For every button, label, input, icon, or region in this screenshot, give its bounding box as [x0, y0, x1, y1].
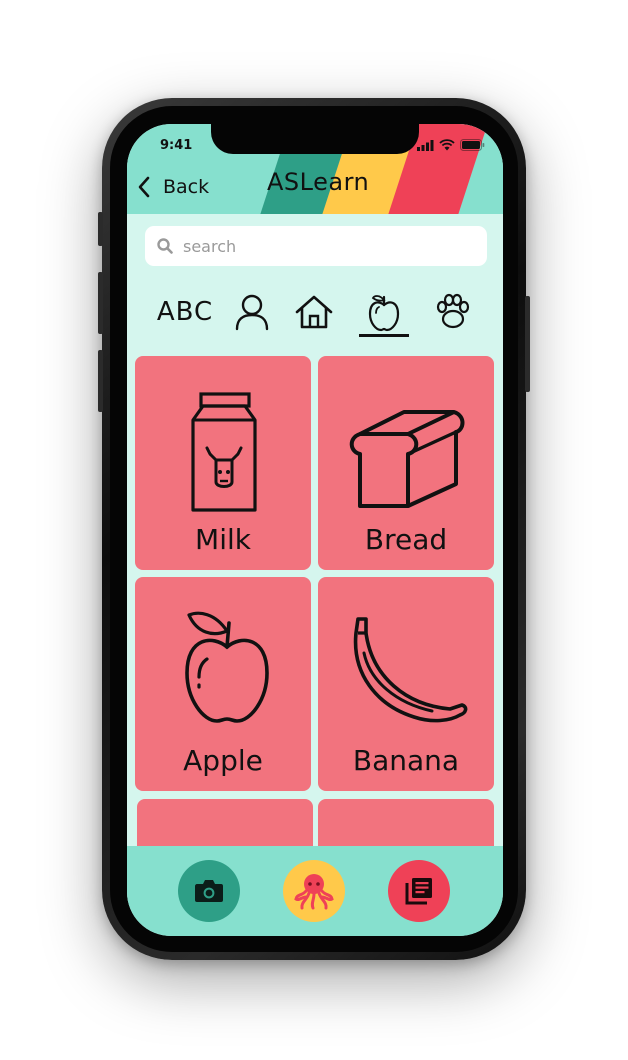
tab-people[interactable]	[231, 284, 273, 340]
search-input[interactable]	[181, 235, 465, 257]
category-tabs: ABC	[127, 284, 503, 344]
octopus-button[interactable]	[283, 860, 345, 922]
search-bar[interactable]	[145, 226, 487, 266]
power-button	[525, 296, 530, 392]
home-icon	[295, 295, 333, 329]
selected-tab-indicator	[359, 334, 409, 337]
library-icon	[405, 878, 432, 905]
card-milk[interactable]: Milk	[135, 356, 311, 570]
apple-icon	[185, 611, 269, 723]
tab-abc[interactable]: ABC	[157, 284, 213, 340]
paw-icon	[436, 293, 470, 329]
wifi-icon	[439, 139, 455, 151]
card-label-banana: Banana	[352, 744, 460, 777]
card-label-bread: Bread	[364, 523, 448, 556]
banana-icon	[353, 617, 468, 723]
app-screen: 9:41 Back ASLearn search ABC Milk Bread …	[127, 124, 503, 936]
library-button[interactable]	[388, 860, 450, 922]
tab-abc-label: ABC	[156, 297, 214, 327]
battery-icon	[460, 139, 485, 151]
tab-home[interactable]	[293, 284, 335, 340]
status-icons	[417, 139, 485, 151]
card-bread[interactable]: Bread	[318, 356, 494, 570]
status-time: 9:41	[160, 138, 193, 153]
card-label-apple: Apple	[183, 744, 263, 777]
mute-switch	[98, 212, 103, 246]
milk-carton-icon	[191, 392, 257, 512]
tab-animals[interactable]	[431, 284, 475, 340]
bottom-nav	[127, 846, 503, 936]
device-notch	[211, 124, 419, 154]
camera-icon	[195, 880, 223, 902]
octopus-icon	[294, 874, 334, 910]
search-icon	[157, 238, 173, 254]
back-label: Back	[163, 176, 210, 198]
bread-icon	[349, 410, 465, 508]
app-header: 9:41 Back ASLearn	[127, 124, 503, 214]
card-banana[interactable]: Banana	[318, 577, 494, 791]
tab-food[interactable]	[361, 284, 407, 340]
card-label-milk: Milk	[195, 523, 251, 556]
person-icon	[235, 294, 269, 331]
card-apple[interactable]: Apple	[135, 577, 311, 791]
volume-up-button	[98, 272, 103, 334]
volume-down-button	[98, 350, 103, 412]
chevron-left-icon	[138, 176, 150, 198]
apple-icon	[368, 295, 400, 332]
cellular-signal-icon	[417, 139, 434, 151]
app-title: ASLearn	[267, 168, 370, 196]
camera-button[interactable]	[178, 860, 240, 922]
back-button[interactable]: Back	[137, 176, 209, 198]
